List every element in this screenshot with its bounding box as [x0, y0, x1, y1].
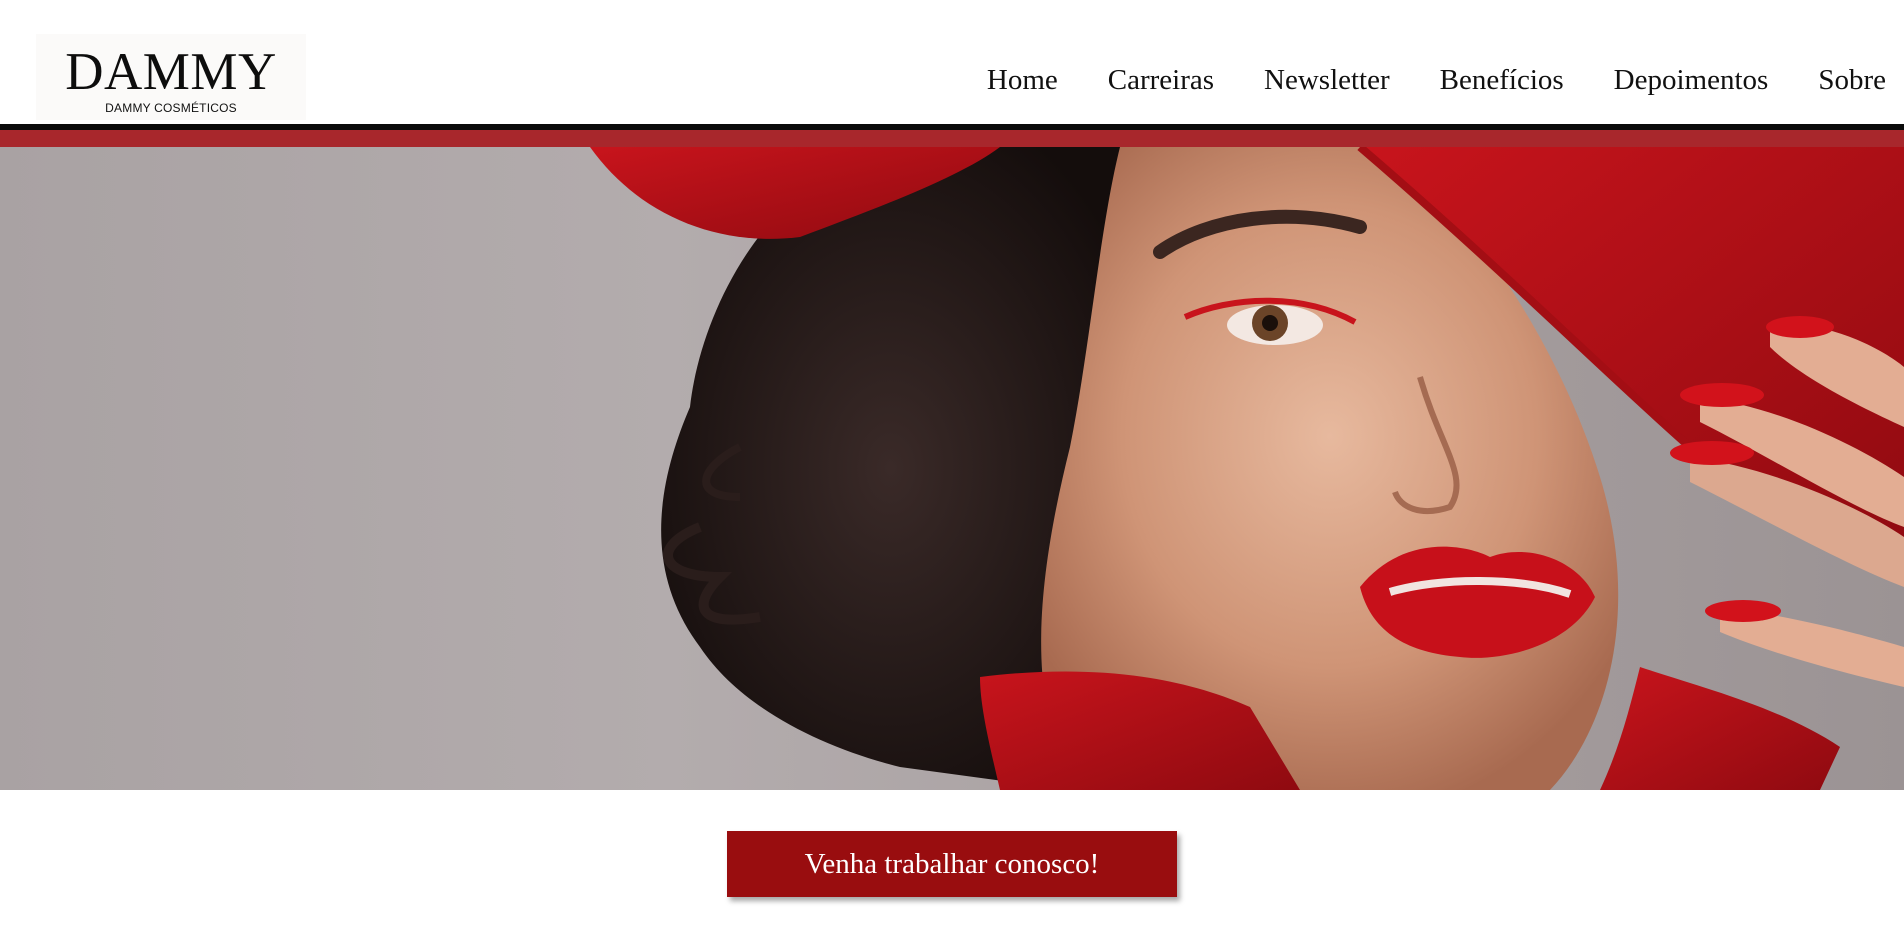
nav-item-newsletter[interactable]: Newsletter: [1264, 60, 1390, 100]
nav-item-sobre[interactable]: Sobre: [1818, 60, 1886, 100]
brand-name: DAMMY: [65, 43, 277, 101]
main-nav: Home Carreiras Newsletter Benefícios Dep…: [937, 60, 1886, 100]
nav-item-depoimentos[interactable]: Depoimentos: [1614, 60, 1769, 100]
nav-item-carreiras[interactable]: Carreiras: [1108, 60, 1214, 100]
work-with-us-button[interactable]: Venha trabalhar conosco!: [727, 831, 1177, 897]
brand-tagline: DAMMY COSMÉTICOS: [105, 101, 237, 115]
hero-banner: [0, 147, 1904, 790]
site-header: DAMMY DAMMY COSMÉTICOS Home Carreiras Ne…: [0, 0, 1904, 124]
accent-band: [0, 130, 1904, 147]
brand-logo[interactable]: DAMMY DAMMY COSMÉTICOS: [36, 34, 306, 120]
page: DAMMY DAMMY COSMÉTICOS Home Carreiras Ne…: [0, 0, 1904, 935]
nav-item-home[interactable]: Home: [987, 60, 1058, 100]
hero-portrait-image: [590, 147, 1904, 790]
nav-item-beneficios[interactable]: Benefícios: [1440, 60, 1564, 100]
